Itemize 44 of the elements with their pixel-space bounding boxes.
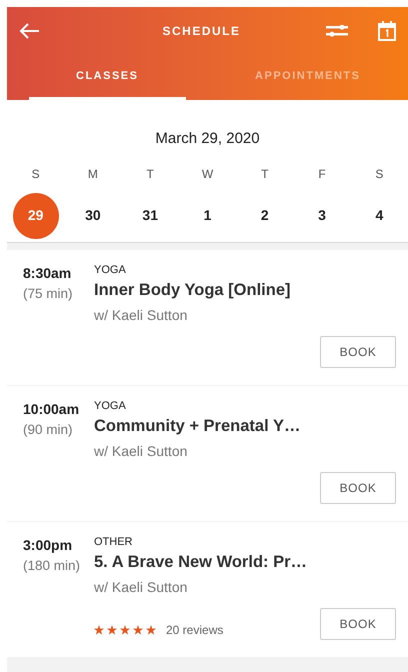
book-button[interactable]: BOOK (320, 472, 396, 504)
weekday-label: T (261, 166, 268, 182)
screen-title: SCHEDULE (162, 23, 240, 40)
class-category: YOGA (94, 399, 127, 414)
class-category: OTHER (94, 535, 134, 550)
class-category: YOGA (94, 263, 127, 278)
sliders-icon[interactable] (326, 25, 348, 37)
day-button[interactable]: 4 (356, 192, 402, 238)
star-icon (133, 625, 143, 635)
weekday-label: W (202, 166, 214, 182)
class-name: Inner Body Yoga [Online] (94, 280, 292, 301)
class-duration: (180 min) (23, 557, 82, 575)
day-button[interactable]: 1 (184, 192, 230, 238)
class-name: Community + Prenatal Y… (94, 416, 302, 437)
star-icon (107, 625, 117, 635)
star-icon (94, 625, 104, 635)
day-button[interactable]: 2 (242, 192, 288, 238)
class-time: 3:00pm (23, 536, 74, 554)
class-time: 10:00am (23, 400, 80, 418)
calendar-icon[interactable] (378, 21, 396, 41)
day-button[interactable]: 3 (299, 192, 346, 238)
weekday-label: T (146, 166, 154, 182)
star-icon (120, 625, 130, 635)
tab[interactable]: CLASSES (29, 55, 186, 100)
day-button[interactable]: 30 (70, 192, 116, 238)
class-time: 8:30am (23, 264, 72, 282)
weekday-label: M (88, 166, 98, 182)
instructor-name: w/ Kaeli Sutton (94, 306, 188, 325)
back-arrow-icon[interactable] (19, 22, 41, 40)
day-button[interactable]: 31 (127, 192, 174, 238)
book-button[interactable]: BOOK (320, 608, 396, 640)
star-icon (146, 625, 156, 635)
weekday-label: S (32, 166, 40, 182)
book-button[interactable]: BOOK (320, 336, 396, 368)
class-name: 5. A Brave New World: Pr… (94, 552, 308, 573)
date-heading: March 29, 2020 (155, 129, 260, 149)
weekday-label: S (375, 166, 384, 182)
day-button[interactable]: 29 (12, 192, 59, 238)
class-duration: (75 min) (23, 285, 74, 303)
instructor-name: w/ Kaeli Sutton (94, 578, 188, 597)
class-duration: (90 min) (23, 421, 74, 439)
weekday-label: F (318, 166, 326, 182)
instructor-name: w/ Kaeli Sutton (94, 442, 188, 461)
review-count: 20 reviews (166, 622, 224, 639)
